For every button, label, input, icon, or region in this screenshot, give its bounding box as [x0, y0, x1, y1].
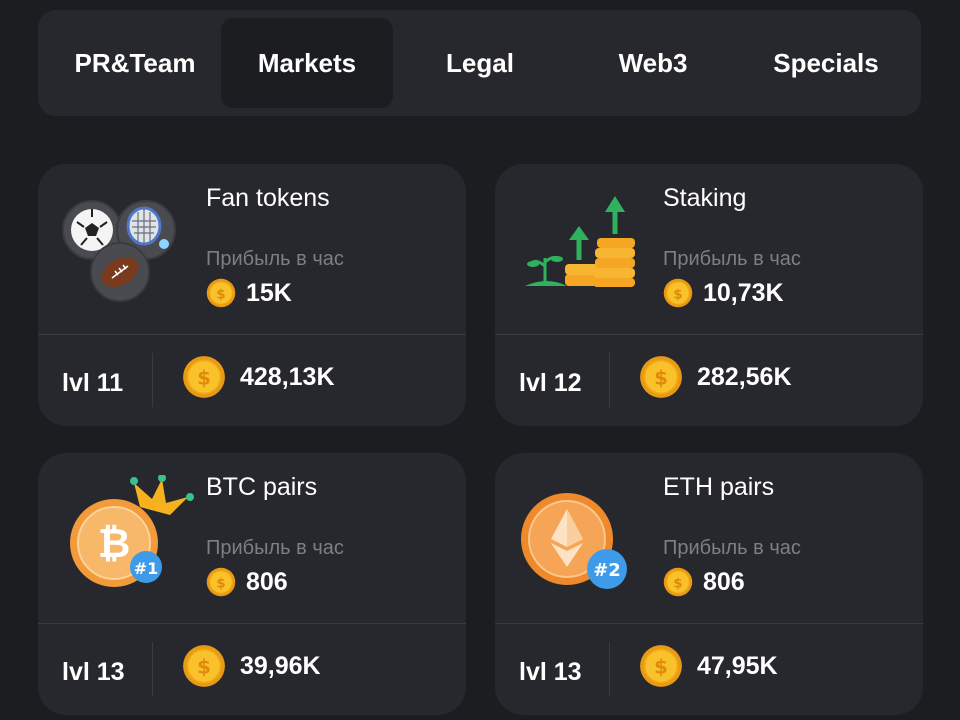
upgrade-cost: 47,95K — [697, 651, 778, 680]
coin-icon — [206, 567, 236, 597]
profit-per-hour-label: Прибыль в час — [206, 537, 344, 559]
level-label: lvl 13 — [519, 658, 582, 686]
tab-legal[interactable]: Legal — [410, 18, 550, 108]
coin-icon — [182, 644, 226, 688]
upgrade-card-eth-pairs[interactable]: #2 ETH pairs Прибыль в час 806 lvl 13 47… — [495, 453, 923, 715]
divider — [152, 642, 153, 696]
upgrade-cost: 282,56K — [697, 362, 792, 391]
coin-icon — [206, 278, 236, 308]
profit-per-hour-label: Прибыль в час — [663, 248, 801, 270]
rank-badge-label: #1 — [134, 559, 159, 578]
upgrade-cost: 428,13K — [240, 362, 335, 391]
svg-text:₿: ₿ — [98, 521, 131, 567]
divider — [609, 642, 610, 696]
profit-value: 806 — [246, 567, 288, 596]
tab-markets[interactable]: Markets — [221, 18, 393, 108]
card-title: ETH pairs — [663, 473, 775, 501]
level-label: lvl 11 — [62, 369, 124, 397]
coin-icon — [663, 278, 693, 308]
upgrade-card-staking[interactable]: Staking Прибыль в час 10,73K lvl 12 282,… — [495, 164, 923, 426]
divider — [609, 353, 610, 407]
coin-icon — [182, 355, 226, 399]
divider — [152, 353, 153, 407]
profit-value: 10,73K — [703, 278, 784, 307]
coin-icon — [663, 567, 693, 597]
level-label: lvl 12 — [519, 369, 582, 397]
staking-growth-icon — [517, 186, 667, 306]
rank-badge-label: #2 — [593, 560, 621, 581]
profit-value: 15K — [246, 278, 292, 307]
profit-value: 806 — [703, 567, 745, 596]
category-tabs: PR&Team Markets Legal Web3 Specials — [38, 10, 921, 116]
btc-crown-icon: ₿ #1 — [60, 474, 210, 595]
level-label: lvl 13 — [62, 658, 125, 686]
upgrade-card-btc-pairs[interactable]: ₿ #1 BTC pairs Прибыль в час 806 lvl 13 … — [38, 453, 466, 715]
profit-per-hour-label: Прибыль в час — [206, 248, 344, 270]
card-title: Staking — [663, 184, 747, 212]
tab-web3[interactable]: Web3 — [583, 18, 723, 108]
profit-per-hour-label: Прибыль в час — [663, 537, 801, 559]
card-title: BTC pairs — [206, 473, 318, 501]
eth-coin-icon: #2 — [517, 475, 667, 595]
card-title: Fan tokens — [206, 184, 330, 212]
coin-icon — [639, 644, 683, 688]
tab-specials[interactable]: Specials — [756, 18, 896, 108]
upgrade-cost: 39,96K — [240, 651, 321, 680]
tab-pr-team[interactable]: PR&Team — [60, 18, 210, 108]
sports-balls-icon — [60, 186, 210, 306]
upgrade-card-fan-tokens[interactable]: Fan tokens Прибыль в час 15K lvl 11 428,… — [38, 164, 466, 426]
coin-icon — [639, 355, 683, 399]
